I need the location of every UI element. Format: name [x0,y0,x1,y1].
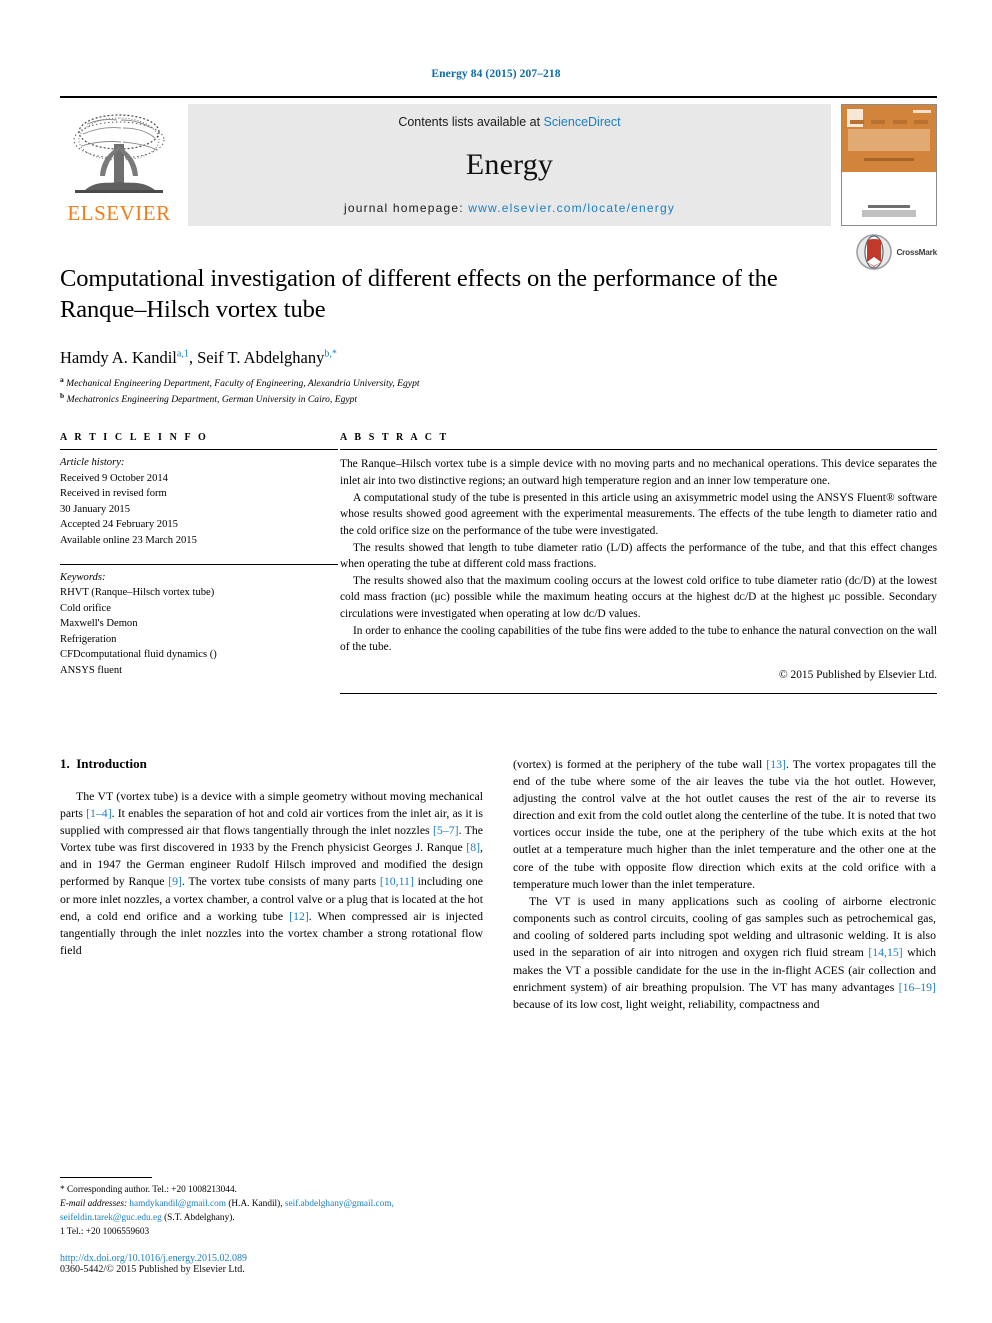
sciencedirect-link[interactable]: ScienceDirect [544,115,621,129]
section-headings-row: A R T I C L E I N F O A B S T R A C T [60,432,937,443]
article-info-heading: A R T I C L E I N F O [60,432,209,444]
affiliation-a-mark: a [60,374,64,384]
history-label: Article history: [60,457,125,469]
contents-prefix: Contents lists available at [398,115,544,129]
affiliation-a-text: Mechanical Engineering Department, Facul… [66,377,420,389]
abstract-paragraph: In order to enhance the cooling capabili… [340,624,937,654]
info-abstract-columns: Article history: Received 9 October 2014… [60,449,937,694]
article-body: 1. Introduction The VT (vortex tube) is … [0,694,992,1013]
corresponding-author-note: * Corresponding author. Tel.: +20 100821… [60,1185,237,1196]
abstract-rule-bottom [340,692,937,694]
footnote-block: * Corresponding author. Tel.: +20 100821… [60,1177,483,1275]
paper-page: Energy 84 (2015) 207–218 ELSEVIER Conten… [0,0,992,1323]
keywords-label: Keywords: [60,572,106,584]
article-history: Article history: Received 9 October 2014… [60,450,338,548]
body-paragraph: The VT is used in many applications such… [513,893,936,1011]
footnote-rule [60,1177,152,1179]
affiliation-b: b Mechatronics Engineering Department, G… [60,391,937,407]
issn-copyright-line: 0360-5442/© 2015 Published by Elsevier L… [60,1264,245,1275]
cover-energy-wordmark [848,129,931,152]
email-link-1[interactable]: hamdykandil@gmail.com [129,1199,226,1209]
keyword-item: ANSYS fluent [60,664,123,676]
email-addresses-note: E-mail addresses: hamdykandil@gmail.com … [60,1198,483,1226]
abstract-column: The Ranque–Hilsch vortex tube is a simpl… [338,449,937,694]
cover-subtitle-bar [864,158,914,162]
section-heading-introduction: 1. Introduction [60,756,483,772]
author-1-name: Hamdy A. Kandil [60,347,177,367]
history-item: 30 January 2015 [60,503,131,515]
telephone-note: 1 Tel.: +20 1006559603 [60,1227,150,1238]
cover-artwork [842,105,936,173]
history-item: Available online 23 March 2015 [60,534,197,546]
cover-footer-logo [842,205,936,217]
affiliation-b-mark: b [60,390,65,400]
affiliation-list: a Mechanical Engineering Department, Fac… [60,375,937,407]
running-head: Energy 84 (2015) 207–218 [431,68,561,80]
history-item: Accepted 24 February 2015 [60,519,178,531]
contents-lists-line: Contents lists available at ScienceDirec… [398,115,620,129]
affiliation-a: a Mechanical Engineering Department, Fac… [60,375,937,391]
author-2-marks[interactable]: b,* [324,348,337,359]
abstract-paragraph: A computational study of the tube is pre… [340,491,937,537]
journal-homepage-line: journal homepage: www.elsevier.com/locat… [344,201,675,215]
abstract-text: The Ranque–Hilsch vortex tube is a simpl… [340,450,937,683]
elsevier-tree-icon [73,114,165,193]
section-number: 1. [60,755,70,771]
homepage-url-link[interactable]: www.elsevier.com/locate/energy [468,201,675,215]
cover-issn-mark [913,110,931,113]
masthead-top-rule [60,96,937,98]
keyword-item: RHVT (Ranque–Hilsch vortex tube) [60,587,215,599]
masthead-panel: Contents lists available at ScienceDirec… [188,104,831,226]
author-list: Hamdy A. Kandila,1, Seif T. Abdelghanyb,… [60,347,337,367]
journal-cover-thumbnail [841,104,937,226]
keyword-item: Maxwell's Demon [60,618,138,630]
body-column-right: (vortex) is formed at the periphery of t… [513,756,936,1013]
crossmark-icon [856,234,893,270]
abstract-paragraph: The results showed that length to tube d… [340,541,937,571]
cover-header-text [850,119,928,124]
keyword-item: Cold orifice [60,602,111,614]
info-abstract-block: A R T I C L E I N F O A B S T R A C T Ar… [0,406,992,694]
page-title: Computational investigation of different… [60,265,778,323]
email-owner-2: (S.T. Abdelghany). [164,1213,235,1224]
history-item: Received 9 October 2014 [60,472,168,484]
section-title: Introduction [76,755,147,771]
author-2-name: Seif T. Abdelghany [197,347,325,367]
abstract-paragraph: The Ranque–Hilsch vortex tube is a simpl… [340,458,937,487]
elsevier-wordmark: ELSEVIER [67,201,171,225]
abstract-paragraph: The results showed also that the maximum… [340,574,937,621]
doi-link[interactable]: http://dx.doi.org/10.1016/j.energy.2015.… [60,1253,483,1264]
keyword-item: CFDcomputational fluid dynamics () [60,649,217,661]
keyword-item: Refrigeration [60,633,117,645]
body-column-left: 1. Introduction The VT (vortex tube) is … [60,756,483,1013]
journal-masthead: ELSEVIER Contents lists available at Sci… [0,80,992,226]
journal-title: Energy [465,148,554,181]
email-owner-1: (H.A. Kandil), [228,1199,283,1210]
crossmark-label: CrossMark [896,247,937,257]
email-label: E-mail addresses: [60,1199,128,1210]
history-item: Received in revised form [60,488,167,500]
body-paragraph: (vortex) is formed at the periphery of t… [513,756,936,891]
homepage-prefix: journal homepage: [343,201,469,215]
elsevier-logo: ELSEVIER [60,104,178,226]
affiliation-b-text: Mechatronics Engineering Department, Ger… [66,393,358,405]
title-block: Computational investigation of different… [0,226,992,406]
abstract-copyright: © 2015 Published by Elsevier Ltd. [779,669,937,681]
cover-publisher-badge [847,109,863,127]
crossmark-badge[interactable]: CrossMark [856,234,937,270]
article-info-column: Article history: Received 9 October 2014… [60,449,338,693]
body-paragraph: The VT (vortex tube) is a device with a … [60,788,483,958]
author-1-marks[interactable]: a,1 [177,348,189,359]
abstract-heading: A B S T R A C T [340,432,449,444]
keywords-block: Keywords: RHVT (Ranque–Hilsch vortex tub… [60,565,338,678]
